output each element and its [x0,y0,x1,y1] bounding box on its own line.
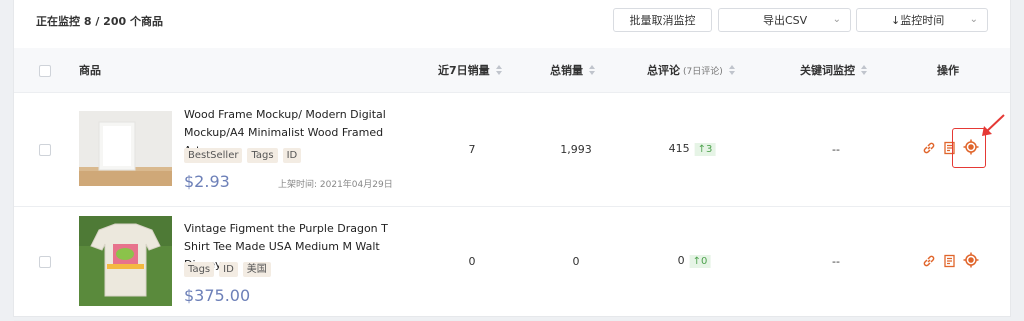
monitor-panel: 正在监控 8 / 200 个商品 批量取消监控 导出CSV ⌄ ↓监控时间 ⌄ … [13,0,1011,321]
header-sales-7d[interactable]: 近7日销量 [438,48,502,92]
reviews-value: 415 [668,142,690,155]
batch-cancel-label: 批量取消监控 [629,14,696,27]
tag-badge: Tags [184,262,215,277]
header-product: 商品 [79,64,101,77]
reviews-cell: 0 ↑0 [677,254,711,268]
reviews-delta-badge: ↑0 [689,255,711,268]
sort-icon[interactable] [589,65,595,75]
listed-date: 上架时间: 2021年04月29日 [278,180,393,190]
link-icon[interactable] [922,253,936,267]
header-total-sales[interactable]: 总销量 [550,48,595,92]
row-checkbox[interactable] [39,144,51,156]
link-icon[interactable] [922,140,936,154]
sort-label: ↓监控时间 [891,14,945,27]
sort-icon[interactable] [728,65,735,75]
chevron-down-icon: ⌄ [832,14,841,25]
total-sales-value: 0 [572,255,580,268]
chevron-down-icon: ⌄ [969,14,978,25]
sales-7d-value: 7 [468,143,476,156]
row-checkbox[interactable] [39,256,51,268]
product-tags: BestSeller Tags ID [184,148,302,163]
annotation-arrow-icon [982,114,1005,136]
tag-badge: Tags [247,148,278,163]
reviews-value: 0 [677,254,685,267]
product-price: $2.93 [184,172,230,191]
tag-badge: BestSeller [184,148,243,163]
tag-badge: ID [219,262,238,277]
reviews-cell: 415 ↑3 [668,142,716,156]
product-tags: Tags ID 美国 [184,262,271,277]
table-header: 商品 近7日销量 总销量 总评论 (7日评论) 关键词监控 操作 [14,48,1010,93]
table-row: Vintage Figment the Purple Dragon T Shir… [14,207,1010,321]
header-total-reviews-label: 总评论 [647,64,680,77]
table-row: Wood Frame Mockup/ Modern Digital Mockup… [14,93,1010,207]
select-all-checkbox[interactable] [39,65,51,77]
sort-dropdown[interactable]: ↓监控时间 ⌄ [856,8,988,32]
sales-7d-value: 0 [468,255,476,268]
tag-badge: 美国 [242,262,271,277]
tag-badge: ID [282,148,302,163]
product-thumbnail[interactable] [79,216,172,306]
header-total-sales-label: 总销量 [550,64,583,77]
header-sales-7d-label: 近7日销量 [438,64,490,77]
reviews-delta-badge: ↑3 [694,143,716,156]
header-actions: 操作 [937,64,959,77]
export-csv-dropdown[interactable]: 导出CSV ⌄ [718,8,851,32]
sort-icon[interactable] [495,65,502,75]
export-csv-label: 导出CSV [763,14,808,27]
report-icon[interactable] [943,253,957,268]
target-icon[interactable] [963,252,979,268]
batch-cancel-button[interactable]: 批量取消监控 [613,8,712,32]
keyword-monitor-value: -- [832,255,840,268]
monitor-count-label: 正在监控 8 / 200 个商品 [36,15,163,28]
header-total-reviews[interactable]: 总评论 (7日评论) [647,48,735,92]
sort-icon[interactable] [861,65,867,75]
product-price: $375.00 [184,286,251,305]
product-thumbnail[interactable] [79,111,172,186]
keyword-monitor-value: -- [832,143,840,156]
header-keyword-monitor[interactable]: 关键词监控 [800,48,867,92]
header-reviews-sub: (7日评论) [683,66,723,77]
header-keyword-monitor-label: 关键词监控 [800,64,855,77]
total-sales-value: 1,993 [560,143,592,156]
